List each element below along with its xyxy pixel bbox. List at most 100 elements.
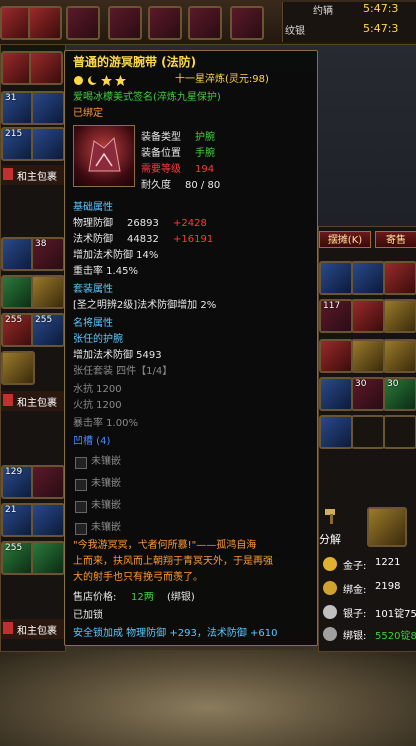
inventory-slot[interactable]	[1, 237, 35, 271]
price-value: 12两	[131, 592, 154, 603]
equip-slot[interactable]	[66, 6, 100, 40]
price-unit: (绑银)	[167, 592, 195, 603]
item-icon	[73, 125, 135, 187]
inventory-slot[interactable]	[319, 415, 353, 449]
hit-rate: 重击率 1.45%	[73, 266, 138, 277]
inventory-slot[interactable]	[29, 51, 63, 85]
slot-header: 凹槽 (4)	[73, 436, 111, 447]
bound-gold-value: 2198	[375, 581, 401, 592]
inventory-slot[interactable]	[31, 275, 65, 309]
bound-silver-icon	[323, 627, 337, 641]
item-title: 普通的游冥腕带 (法防)	[73, 55, 197, 69]
inventory-slot[interactable]	[383, 339, 416, 373]
pos-value: 手腕	[195, 148, 215, 159]
bag-icon	[3, 394, 13, 406]
phys-def-label: 物理防御	[73, 218, 113, 229]
sun-icon	[74, 76, 83, 85]
jiao-time: 5:47:3	[363, 2, 399, 15]
signature: 爱喝冰檬美式签名(淬炼九星保护)	[73, 92, 221, 103]
bound-gold-label: 绑金:	[343, 585, 367, 596]
inventory-slot[interactable]: 30	[383, 377, 416, 411]
inventory-slot[interactable]	[383, 415, 416, 449]
set-line: [圣之明辨2级]法术防御增加 2%	[73, 300, 217, 311]
refine-level: 十一星淬炼(灵元:98)	[175, 74, 269, 85]
item-tooltip: 普通的游冥腕带 (法防) 十一星淬炼(灵元:98) 爱喝冰檬美式签名(淬炼九星保…	[64, 50, 318, 646]
phys-def-value: 26893	[127, 218, 159, 229]
timer-panel: 约辆 5:47:3 纹银 5:47:3	[282, 2, 416, 42]
socket-checkbox	[75, 457, 87, 469]
socket-label: 未镶嵌	[91, 478, 121, 489]
gold-time: 5:47:3	[363, 22, 399, 35]
inventory-slot[interactable]	[351, 299, 385, 333]
pack-button-label: 和主包裹	[17, 172, 57, 183]
pack-button[interactable]: 和主包裹	[1, 165, 65, 185]
inventory-slot[interactable]: 255	[31, 313, 65, 347]
inventory-slot[interactable]	[31, 127, 65, 161]
inventory-slot[interactable]	[351, 261, 385, 295]
inventory-slot[interactable]: 31	[1, 91, 35, 125]
flavor-line2: 上而来，扶风而上朝翔于青冥天外，于是再强	[73, 556, 273, 567]
inventory-slot[interactable]	[319, 261, 353, 295]
fire-res: 火抗 1200	[73, 400, 122, 411]
inventory-slot[interactable]	[1, 351, 35, 385]
mag-def-bonus: +16191	[173, 234, 214, 245]
gold-coin-icon	[323, 557, 337, 571]
inventory-slot[interactable]: 30	[351, 377, 385, 411]
hammer-icon[interactable]	[323, 507, 341, 525]
moon-icon	[88, 75, 98, 85]
inventory-slot[interactable]	[31, 503, 65, 537]
req-label: 需要等级	[141, 164, 181, 175]
equip-slot[interactable]	[28, 6, 62, 40]
bound-silver-label: 绑银:	[343, 631, 367, 642]
type-value: 护腕	[195, 132, 215, 143]
water-res: 水抗 1200	[73, 384, 122, 395]
flavor-line1: "今我游冥冥，弋者何所慕!"——孤鸿自海	[73, 540, 257, 551]
inventory-slot[interactable]	[31, 465, 65, 499]
inventory-slot[interactable]: 38	[31, 237, 65, 271]
socket-checkbox	[75, 523, 87, 535]
inventory-slot[interactable]: 215	[1, 127, 35, 161]
mag-def-pct: 增加法术防御 14%	[73, 250, 159, 261]
gold-label: 金子:	[343, 561, 367, 572]
pack-button-label: 和主包裹	[17, 398, 57, 409]
inventory-slot[interactable]: 255	[1, 541, 35, 575]
socket-label: 未镶嵌	[91, 456, 121, 467]
inventory-slot[interactable]	[319, 377, 353, 411]
jiao-label: 约辆	[313, 6, 333, 17]
equip-slot[interactable]	[230, 6, 264, 40]
bound-gold-icon	[323, 581, 337, 595]
inventory-slot[interactable]: 255	[1, 313, 35, 347]
pack-button[interactable]: 和主包裹	[1, 619, 65, 639]
inventory-slot[interactable]	[319, 339, 353, 373]
decompose-label[interactable]: 分解	[319, 531, 341, 547]
equip-slot[interactable]	[188, 6, 222, 40]
consign-button[interactable]: 寄售	[375, 231, 416, 248]
pack-button[interactable]: 和主包裹	[1, 391, 65, 411]
set-header: 套装属性	[73, 284, 113, 295]
stall-button[interactable]: 摆摊(K)	[319, 231, 371, 248]
famous-line2: 张任套装 四件【1/4】	[73, 366, 173, 377]
inventory-slot[interactable]	[1, 275, 35, 309]
inventory-slot[interactable]	[383, 299, 416, 333]
crit-rate: 暴击率 1.00%	[73, 418, 138, 429]
type-label: 装备类型	[141, 132, 181, 143]
inventory-slot[interactable]: 21	[1, 503, 35, 537]
inventory-slot[interactable]	[31, 91, 65, 125]
bound-gold-label: 纹银	[285, 26, 305, 37]
decompose-slot[interactable]	[367, 507, 407, 547]
locked-status: 已加锁	[73, 610, 103, 621]
star-icon	[101, 75, 112, 86]
bag-icon	[3, 168, 13, 180]
bag-icon	[3, 622, 13, 634]
inventory-slot[interactable]	[351, 415, 385, 449]
inventory-slot[interactable]: 129	[1, 465, 35, 499]
equip-slot[interactable]	[148, 6, 182, 40]
inventory-slot[interactable]	[383, 261, 416, 295]
equip-slot[interactable]	[108, 6, 142, 40]
inventory-slot[interactable]	[31, 541, 65, 575]
equipment-bar: 约辆 5:47:3 纹银 5:47:3	[0, 0, 416, 45]
silver-value: 101锭75	[375, 609, 416, 620]
silver-icon	[323, 605, 337, 619]
inventory-slot[interactable]	[351, 339, 385, 373]
inventory-slot[interactable]: 117	[319, 299, 353, 333]
